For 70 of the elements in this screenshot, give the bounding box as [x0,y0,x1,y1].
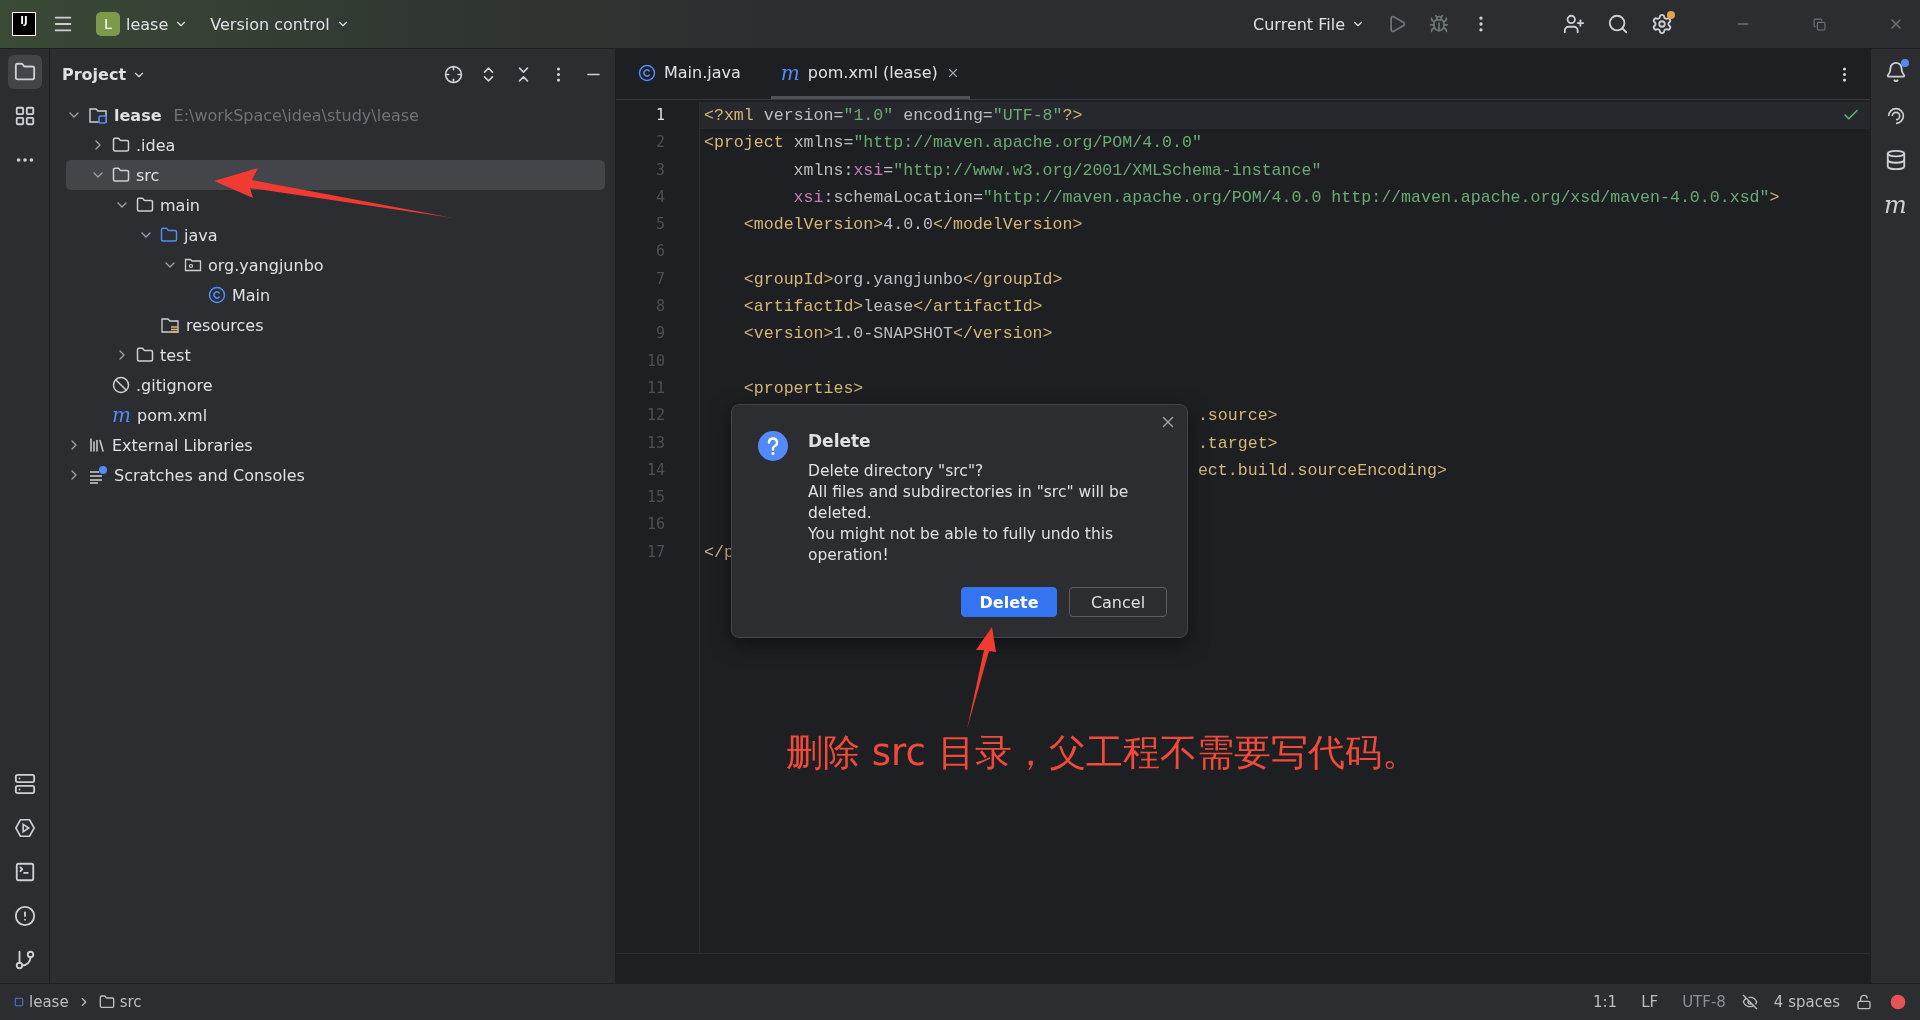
folder-icon [98,994,115,1010]
package-folder-icon [184,256,202,274]
tree-item[interactable]: resources [66,310,605,340]
dialog-title: Delete [808,431,872,451]
libraries-icon [88,436,106,454]
vcs-menu[interactable]: Version control [204,10,356,38]
panel-title[interactable]: Project [62,65,147,84]
delete-button[interactable]: Delete [961,587,1057,617]
tree-item[interactable]: m pom.xml [66,400,605,430]
question-icon [758,431,788,461]
tree-item[interactable]: lease E:\workSpace\idea\study\lease [66,100,605,130]
tree-item[interactable]: main [66,190,605,220]
folder-icon [136,346,154,364]
code-line: <version>1.0-SNAPSHOT</version> [742,324,1053,344]
eye-off-icon[interactable] [1741,994,1758,1010]
code-line: xsi:schemaLocation="http://maven.apache.org/POM/4.0.0 http://maven.apache.org/xsd/maven-4.0.0.xsd"> [792,187,1780,207]
project-folder-icon[interactable] [7,55,42,89]
maven-icon: m [780,62,800,83]
dialog-message: All files and subdirectories in "src" will be deleted. [808,482,1130,524]
line-ending[interactable]: LF [1633,993,1667,1011]
cancel-button[interactable]: Cancel [1069,587,1167,617]
class-icon [208,286,226,304]
class-icon [638,63,656,82]
error-icon[interactable] [1890,994,1906,1010]
editor-tab[interactable]: Main.java [628,49,751,99]
tree-item[interactable]: Main [66,280,605,310]
code-line: xmlns:xsi="http://www.w3.org/2001/XMLSchema-instance" [792,160,1322,180]
editor-tab[interactable]: m pom.xml (lease) [770,49,970,99]
file-encoding[interactable]: UTF-8 [1674,993,1734,1011]
app-logo[interactable]: IJ [12,12,36,36]
folder-icon [160,226,178,244]
tree-item[interactable]: .idea [66,130,605,160]
code-line: <groupId>org.yangjunbo</groupId> [742,269,1063,289]
line-number: 1 [654,105,666,126]
maven-icon: m [112,405,131,425]
code-line: ect.build.sourceEncoding> [1197,460,1447,480]
tree-item[interactable]: .gitignore [66,370,605,400]
folder-icon [136,196,154,214]
tree-item[interactable]: External Libraries [66,430,605,460]
dialog-message: Delete directory "src"? [808,461,985,482]
indent-setting[interactable]: 4 spaces [1765,993,1848,1011]
code-line: .source> [1197,406,1278,426]
project-switcher[interactable]: L lease [90,8,195,40]
tree-item[interactable]: org.yangjunbo [66,250,605,280]
tree-item[interactable]: test [66,340,605,370]
code-line: <modelVersion>4.0.0</modelVersion> [742,215,1083,235]
module-folder-icon [88,105,108,125]
breadcrumb[interactable]: lease [14,993,69,1011]
lock-icon[interactable] [1856,994,1872,1010]
code-line: <?xml version="1.0" encoding="UTF-8"?> [704,106,1083,125]
code-line: <project xmlns="http://maven.apache.org/POM/4.0.0" [704,133,1202,153]
breadcrumb[interactable]: src [98,993,142,1011]
module-icon [14,997,24,1007]
path-hint: E:\workSpace\idea\study\lease [173,105,419,125]
code-line: <artifactId>lease</artifactId> [742,297,1043,317]
dialog-message: You might not be able to fully undo this operation! [808,524,1115,566]
tree-item[interactable]: Scratches and Consoles [66,460,605,490]
code-line: <properties> [742,378,864,398]
ignore-file-icon [112,376,130,394]
tree-item[interactable]: java [66,220,605,250]
annotation-text: 删除 src 目录，父工程不需要写代码。 [786,730,1419,776]
code-line: .target> [1197,433,1278,453]
tree-item[interactable]: src [66,160,605,190]
run-config-selector[interactable]: Current File [1247,10,1371,38]
project-badge: L [96,12,120,36]
scratches-icon [88,465,108,485]
caret-position[interactable]: 1:1 [1585,993,1626,1011]
resources-folder-icon [160,315,180,335]
folder-icon [112,166,130,184]
folder-icon [112,136,130,154]
